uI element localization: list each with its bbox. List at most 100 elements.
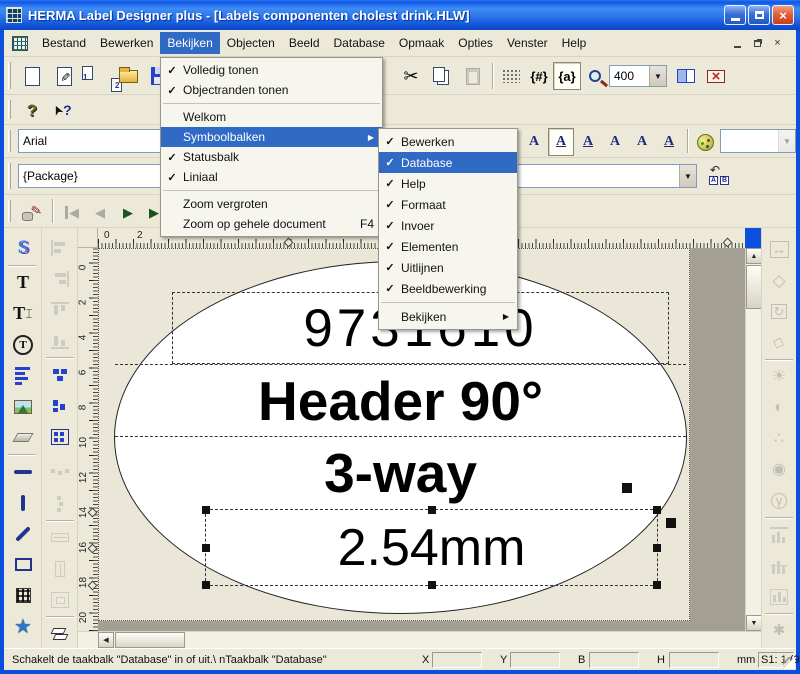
pages-1-2-button[interactable]: 1 2	[82, 62, 110, 90]
menu-opmaak[interactable]: Opmaak	[392, 32, 451, 54]
select-tool-button[interactable]: S	[9, 234, 37, 261]
menu-item-liniaal[interactable]: ✓ Liniaal	[161, 167, 382, 187]
effect-button[interactable]: ✱	[765, 617, 793, 644]
text-align-down-dot-button[interactable]: A	[602, 128, 628, 156]
align-right-button[interactable]	[46, 265, 74, 292]
text-object-254mm-selected[interactable]: 2.54mm	[205, 509, 658, 586]
help-button[interactable]: ?	[18, 96, 46, 124]
edit-document-button[interactable]: ✎	[50, 62, 78, 90]
selection-handle[interactable]	[428, 506, 436, 514]
zoom-button[interactable]	[581, 62, 609, 90]
context-help-button[interactable]: ➤ ?	[48, 96, 76, 124]
toolbar-drag-handle[interactable]	[8, 200, 11, 222]
close-button[interactable]: ×	[772, 5, 794, 25]
selection-handle[interactable]	[202, 506, 210, 514]
database-field-drop-button[interactable]: ▼	[679, 165, 696, 187]
menu-item-symboolbalken[interactable]: Symboolbalken ▶	[161, 127, 382, 147]
eraser-tool-button[interactable]	[9, 424, 37, 451]
sphere-button[interactable]: ◉	[765, 456, 793, 483]
text-align-justify-button[interactable]: A	[548, 128, 574, 156]
hline-tool-button[interactable]	[9, 458, 37, 485]
selection-handle[interactable]	[653, 506, 661, 514]
submenu-item-formaat[interactable]: ✓ Formaat	[379, 194, 517, 215]
menu-help[interactable]: Help	[555, 32, 594, 54]
grid-button[interactable]	[497, 62, 525, 90]
diagonal-line-tool-button[interactable]	[9, 520, 37, 547]
horizontal-scroll-thumb[interactable]	[115, 632, 185, 648]
image-tool-button[interactable]	[9, 393, 37, 420]
menu-item-statusbalk[interactable]: ✓ Statusbalk	[161, 147, 382, 167]
text-cursor-tool-button[interactable]: T⌶	[9, 300, 37, 327]
toolbar-drag-handle[interactable]	[8, 62, 11, 89]
histogram-1-button[interactable]	[765, 521, 793, 548]
menu-item-zoom-vergroten[interactable]: Zoom vergroten	[161, 194, 382, 214]
first-record-button[interactable]: ◀	[58, 198, 86, 226]
toolbar-drag-handle[interactable]	[8, 163, 11, 189]
new-document-button[interactable]	[18, 62, 46, 90]
menu-item-welkom[interactable]: Welkom	[161, 107, 382, 127]
rotate-rect-button[interactable]: ↻	[765, 298, 793, 325]
text-object-header[interactable]: Header 90°	[115, 364, 686, 437]
document-icon[interactable]	[12, 36, 28, 51]
text-align-plain-button[interactable]: A	[521, 128, 547, 156]
same-width-button[interactable]	[46, 524, 74, 551]
mdi-restore-button[interactable]	[749, 36, 766, 51]
scroll-up-button[interactable]: ▲	[746, 248, 762, 264]
toolbar-drag-handle[interactable]	[8, 130, 11, 152]
submenu-item-beeldbewerking[interactable]: ✓ Beeldbewerking	[379, 278, 517, 299]
same-size-button[interactable]	[46, 586, 74, 613]
submenu-item-invoer[interactable]: ✓ Invoer	[379, 215, 517, 236]
open-button[interactable]	[114, 62, 142, 90]
mdi-minimize-button[interactable]	[729, 36, 746, 51]
menu-database[interactable]: Database	[327, 32, 392, 54]
zoom-level-drop-button[interactable]: ▼	[649, 66, 666, 86]
vline-tool-button[interactable]	[9, 489, 37, 516]
next-record-button[interactable]: ▶	[114, 198, 142, 226]
distribute-vertical-button[interactable]	[46, 490, 74, 517]
menu-item-zoom-gehele-document[interactable]: Zoom op gehele document F4	[161, 214, 382, 234]
center-both-button[interactable]	[46, 423, 74, 450]
menu-item-volledig-tonen[interactable]: ✓ Volledig tonen	[161, 60, 382, 80]
menu-item-objectranden-tonen[interactable]: ✓ Objectranden tonen	[161, 80, 382, 100]
submenu-item-uitlijnen[interactable]: ✓ Uitlijnen	[379, 257, 517, 278]
same-height-button[interactable]	[46, 555, 74, 582]
brightness-button[interactable]: ☀	[765, 363, 793, 390]
align-bottom-button[interactable]	[46, 327, 74, 354]
submenu-item-elementen[interactable]: ✓ Elementen	[379, 236, 517, 257]
text-object-3way[interactable]: 3-way	[115, 437, 686, 509]
selection-handle[interactable]	[653, 581, 661, 589]
zoom-level-combo[interactable]: 400 ▼	[609, 65, 667, 87]
resize-diamond-button[interactable]: ◇	[765, 267, 793, 294]
selection-handle[interactable]	[653, 544, 661, 552]
color-palette-button[interactable]	[692, 128, 718, 156]
cut-button[interactable]: ✂	[397, 62, 425, 90]
selection-handle[interactable]	[202, 581, 210, 589]
text-align-up-button[interactable]: A	[629, 128, 655, 156]
scroll-left-button[interactable]: ◀	[98, 632, 114, 648]
field-number-button[interactable]: {#}	[525, 62, 553, 90]
rotated-text-tool-button[interactable]: T	[9, 331, 37, 358]
database-edit-button[interactable]: ✎	[18, 198, 46, 226]
resize-horizontal-button[interactable]: ↔	[765, 236, 793, 263]
text-tool-button[interactable]: T	[9, 269, 37, 296]
menu-bewerken[interactable]: Bewerken	[93, 32, 160, 54]
text-align-down-button[interactable]: A	[575, 128, 601, 156]
selection-handle[interactable]	[428, 581, 436, 589]
contrast-button[interactable]: ◐	[765, 394, 793, 421]
text-align-span-button[interactable]: A	[656, 128, 682, 156]
submenu-item-database[interactable]: ✓ Database	[379, 152, 517, 173]
style-combo[interactable]: ▼	[720, 129, 796, 153]
gamma-button[interactable]: γ	[765, 487, 793, 514]
paste-button[interactable]	[459, 62, 487, 90]
datamatrix-tool-button[interactable]	[9, 582, 37, 609]
restore-button[interactable]	[748, 5, 770, 25]
minimize-button[interactable]	[724, 5, 746, 25]
field-text-button[interactable]: {a}	[553, 62, 581, 90]
mail-button[interactable]	[702, 62, 730, 90]
vertical-scrollbar[interactable]: ▲ ▼	[745, 248, 761, 631]
selection-handle[interactable]	[202, 544, 210, 552]
style-drop-button[interactable]: ▼	[778, 130, 795, 152]
center-vertical-button[interactable]	[46, 392, 74, 419]
center-horizontal-button[interactable]	[46, 361, 74, 388]
submenu-item-bekijken[interactable]: Bekijken ▶	[379, 306, 517, 327]
